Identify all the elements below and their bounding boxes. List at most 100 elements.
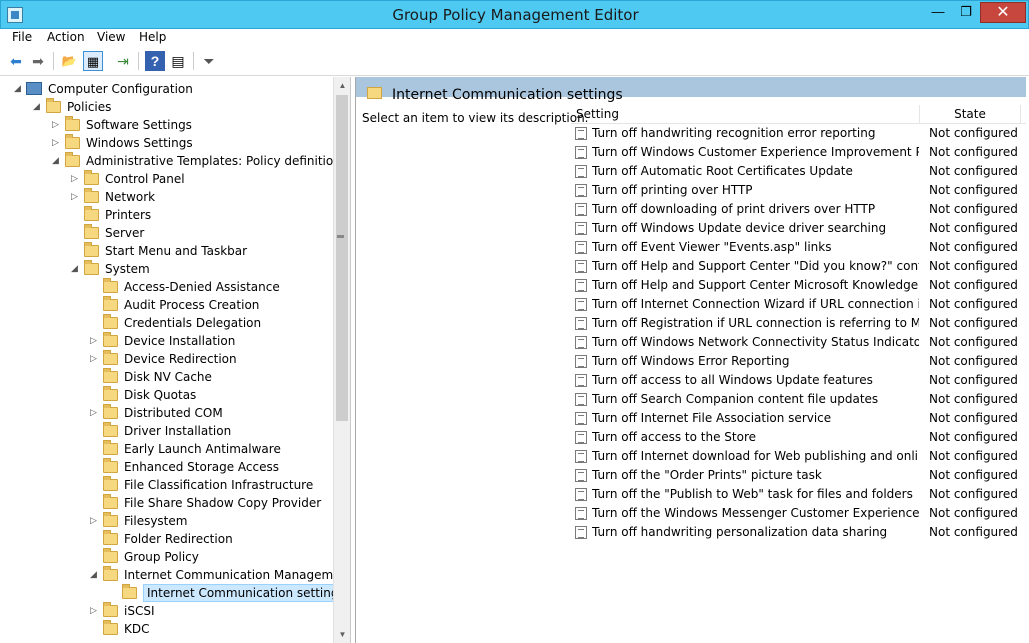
policy-setting-icon (575, 165, 587, 178)
table-row[interactable]: Turn off Windows Customer Experience Imp… (571, 143, 1026, 162)
table-row[interactable]: Turn off Windows Update device driver se… (571, 219, 1026, 238)
tree-item-label: Folder Redirection (124, 532, 233, 546)
tree-item[interactable]: KDC (0, 620, 333, 638)
setting-state: Not configured (929, 335, 1018, 349)
tree-item[interactable]: ▷ Device Redirection (0, 350, 333, 368)
tree-item[interactable]: Disk Quotas (0, 386, 333, 404)
tree-item[interactable]: ▷ Distributed COM (0, 404, 333, 422)
tree-item[interactable]: ▷ Device Installation (0, 332, 333, 350)
tree-item[interactable]: ◢ Internet Communication Management (0, 566, 350, 584)
tree-item[interactable]: Driver Installation (0, 422, 333, 440)
properties-icon[interactable]: ▤ (168, 51, 188, 71)
scroll-down-arrow[interactable]: ▼ (334, 626, 350, 643)
expand-arrow-icon[interactable]: ▷ (90, 332, 100, 350)
tree-item[interactable]: ◢ Policies (0, 98, 333, 116)
table-row[interactable]: Turn off access to all Windows Update fe… (571, 371, 1026, 390)
collapse-arrow-icon[interactable]: ◢ (52, 152, 62, 170)
collapse-arrow-icon[interactable]: ◢ (14, 80, 24, 98)
back-icon[interactable]: ⬅ (6, 51, 26, 71)
tree-item[interactable]: Enhanced Storage Access (0, 458, 333, 476)
maximize-button[interactable]: ❐ (953, 2, 979, 23)
tree-item[interactable]: ◢ Administrative Templates: Policy defini… (0, 152, 350, 170)
table-row[interactable]: Turn off Registration if URL connection … (571, 314, 1026, 333)
table-row[interactable]: Turn off Internet download for Web publi… (571, 447, 1026, 466)
folder-icon (46, 98, 61, 113)
minimize-button[interactable]: — (925, 2, 951, 23)
tree-item[interactable]: File Classification Infrastructure (0, 476, 333, 494)
forward-icon[interactable]: ➡ (28, 51, 48, 71)
collapse-arrow-icon[interactable]: ◢ (33, 98, 43, 116)
menu-file[interactable]: File (12, 30, 32, 44)
tree-item[interactable]: Start Menu and Taskbar (0, 242, 333, 260)
close-button[interactable]: ✕ (980, 2, 1026, 23)
table-row[interactable]: Turn off Help and Support Center "Did yo… (571, 257, 1026, 276)
table-row[interactable]: Turn off Automatic Root Certificates Upd… (571, 162, 1026, 181)
menu-action[interactable]: Action (47, 30, 85, 44)
table-row[interactable]: Turn off the "Publish to Web" task for f… (571, 485, 1026, 504)
expand-arrow-icon[interactable]: ▷ (52, 134, 62, 152)
export-icon[interactable]: ⇥ (113, 51, 133, 71)
tree-item[interactable]: Disk NV Cache (0, 368, 333, 386)
tree-item[interactable]: ◢ Computer Configuration (0, 80, 333, 98)
setting-state: Not configured (929, 183, 1018, 197)
expand-arrow-icon[interactable]: ▷ (71, 170, 81, 188)
table-row[interactable]: Turn off handwriting recognition error r… (571, 124, 1026, 143)
expand-arrow-icon[interactable]: ▷ (90, 404, 100, 422)
tree-item[interactable]: ▷ Software Settings (0, 116, 333, 134)
collapse-arrow-icon[interactable]: ◢ (90, 566, 100, 584)
tree-item[interactable]: File Share Shadow Copy Provider (0, 494, 333, 512)
folder-icon (103, 404, 118, 419)
column-header-state[interactable]: State (920, 105, 1020, 124)
tree-item[interactable]: Folder Redirection (0, 530, 333, 548)
tree-item[interactable]: Group Policy (0, 548, 333, 566)
table-row[interactable]: Turn off Help and Support Center Microso… (571, 276, 1026, 295)
table-row[interactable]: Turn off printing over HTTP Not configure… (571, 181, 1026, 200)
tree-item[interactable]: ▷ Control Panel (0, 170, 333, 188)
setting-state: Not configured (929, 126, 1018, 140)
table-row[interactable]: Turn off access to the Store Not configur… (571, 428, 1026, 447)
tree-pane[interactable]: ◢ Computer Configuration ◢ Policies ▷ Softwar… (0, 77, 351, 643)
tree-item[interactable]: Server (0, 224, 333, 242)
tree-item[interactable]: ◢ System (0, 260, 333, 278)
tree-item[interactable]: Access-Denied Assistance (0, 278, 333, 296)
tree-scrollbar[interactable]: ▲ ▼ (333, 77, 350, 643)
show-hide-tree-icon[interactable]: ▦ (83, 51, 103, 71)
table-row[interactable]: Turn off Internet File Association servi… (571, 409, 1026, 428)
table-row[interactable]: Turn off the "Order Prints" picture task… (571, 466, 1026, 485)
up-folder-icon[interactable]: 📂 (59, 51, 79, 71)
tree-item[interactable]: ▷ Filesystem (0, 512, 333, 530)
tree-item[interactable]: Credentials Delegation (0, 314, 333, 332)
tree-item[interactable]: Audit Process Creation (0, 296, 333, 314)
table-row[interactable]: Turn off Event Viewer "Events.asp" links… (571, 238, 1026, 257)
policy-setting-icon (575, 317, 587, 330)
column-header-setting[interactable]: Setting (571, 105, 920, 124)
tree-item[interactable]: Printers (0, 206, 333, 224)
table-row[interactable]: Turn off Internet Connection Wizard if U… (571, 295, 1026, 314)
table-row[interactable]: Turn off the Windows Messenger Customer … (571, 504, 1026, 523)
scroll-thumb[interactable] (336, 95, 348, 421)
collapse-arrow-icon[interactable]: ◢ (71, 260, 81, 278)
table-row[interactable]: Turn off Search Companion content file u… (571, 390, 1026, 409)
table-row[interactable]: Turn off Windows Error Reporting Not conf… (571, 352, 1026, 371)
help-icon[interactable]: ? (145, 51, 165, 71)
menu-view[interactable]: View (97, 30, 125, 44)
expand-arrow-icon[interactable]: ▷ (90, 350, 100, 368)
expand-arrow-icon[interactable]: ▷ (90, 512, 100, 530)
table-row[interactable]: Turn off Windows Network Connectivity St… (571, 333, 1026, 352)
title-bar[interactable]: Group Policy Management Editor — ❐ ✕ (0, 0, 1029, 29)
tree-item[interactable]: Internet Communication settings (0, 584, 349, 602)
menu-help[interactable]: Help (139, 30, 166, 44)
tree-item[interactable]: ▷ iSCSI (0, 602, 333, 620)
expand-arrow-icon[interactable]: ▷ (90, 602, 100, 620)
table-row[interactable]: Turn off downloading of print drivers ov… (571, 200, 1026, 219)
policy-setting-icon (575, 469, 587, 482)
expand-arrow-icon[interactable]: ▷ (52, 116, 62, 134)
table-row[interactable]: Turn off handwriting personalization dat… (571, 523, 1026, 542)
tree-item[interactable]: ▷ Network (0, 188, 333, 206)
tree-item[interactable]: ▷ Windows Settings (0, 134, 333, 152)
filter-icon[interactable]: ⏷ (199, 51, 219, 71)
scroll-up-arrow[interactable]: ▲ (334, 77, 350, 94)
setting-state: Not configured (929, 240, 1018, 254)
expand-arrow-icon[interactable]: ▷ (71, 188, 81, 206)
tree-item[interactable]: Early Launch Antimalware (0, 440, 333, 458)
